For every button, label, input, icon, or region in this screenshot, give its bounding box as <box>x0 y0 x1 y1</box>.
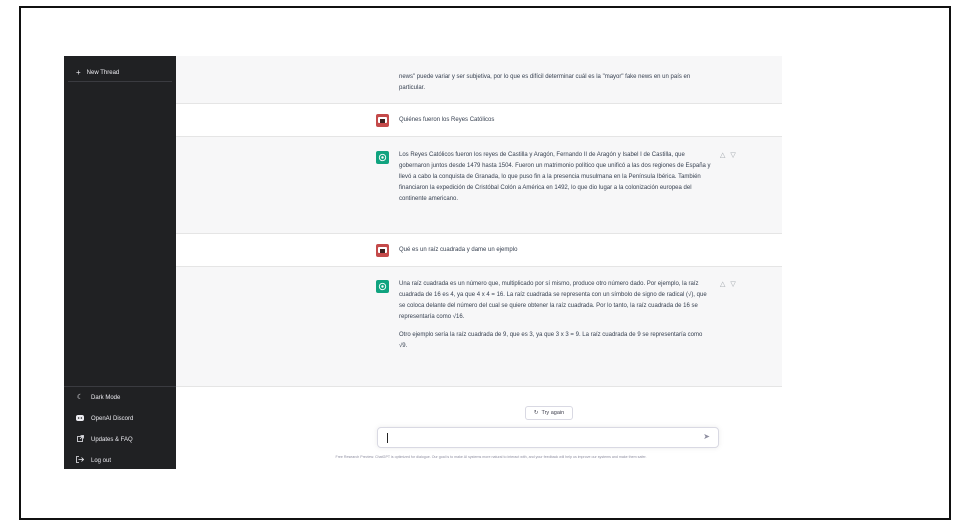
try-again-button[interactable]: ↻ Try again <box>525 406 573 420</box>
user-avatar <box>376 114 389 127</box>
message-input[interactable] <box>390 430 690 446</box>
text-caret <box>387 433 388 443</box>
bot-message-row: news" puede variar y ser subjetiva, por … <box>176 56 782 104</box>
openai-logo-icon <box>376 280 389 293</box>
sidebar-bottom-menu: ☾ Dark Mode OpenAI Discord Updates & FAQ <box>64 386 176 469</box>
sidebar-item-log-out[interactable]: Log out <box>64 450 176 469</box>
sidebar-item-label: OpenAI Discord <box>91 415 134 422</box>
sidebar-item-label: Log out <box>91 457 112 464</box>
bot-message-paragraph: Otro ejemplo sería la raíz cuadrada de 9… <box>399 332 703 349</box>
user-avatar <box>376 244 389 257</box>
sidebar-item-updates-faq[interactable]: Updates & FAQ <box>64 429 176 450</box>
discord-icon <box>76 414 84 423</box>
bot-message-text: Una raíz cuadrada es un número que, mult… <box>399 279 711 352</box>
openai-logo-icon <box>376 151 389 164</box>
sidebar-item-dark-mode[interactable]: ☾ Dark Mode <box>64 387 176 408</box>
sidebar-item-label: Updates & FAQ <box>91 436 133 443</box>
thumbs-down-icon[interactable]: ▽ <box>730 280 735 288</box>
footer-disclaimer: Free Research Preview: ChatGPT is optimi… <box>335 455 647 459</box>
try-again-label: Try again <box>541 410 565 416</box>
user-message-row: Qué es un raíz cuadrada y dame un ejempl… <box>176 234 782 267</box>
moon-icon: ☾ <box>76 394 84 401</box>
chatgpt-app: + New Thread ☾ Dark Mode OpenAI Discord … <box>64 56 782 469</box>
sidebar-item-label: Dark Mode <box>91 394 121 401</box>
new-thread-label: New Thread <box>86 70 120 76</box>
send-icon[interactable]: ➤ <box>703 433 710 441</box>
user-message-text: Quiénes fueron los Reyes Católicos <box>399 117 495 123</box>
new-thread-button[interactable]: + New Thread <box>68 65 172 82</box>
sidebar-item-openai-discord[interactable]: OpenAI Discord <box>64 408 176 429</box>
external-link-icon <box>76 435 84 444</box>
logout-icon <box>76 456 85 465</box>
bot-message-row: Una raíz cuadrada es un número que, mult… <box>176 267 782 387</box>
chat-main: news" puede variar y ser subjetiva, por … <box>176 56 782 469</box>
thumbs-up-icon[interactable]: △ <box>720 151 725 159</box>
user-message-text: Qué es un raíz cuadrada y dame un ejempl… <box>399 247 518 253</box>
thumbs-up-icon[interactable]: △ <box>720 280 725 288</box>
sidebar: + New Thread ☾ Dark Mode OpenAI Discord … <box>64 56 176 469</box>
plus-icon: + <box>76 68 81 77</box>
refresh-icon: ↻ <box>533 410 539 416</box>
message-input-box[interactable]: ➤ <box>377 427 719 448</box>
thumbs-down-icon[interactable]: ▽ <box>730 151 735 159</box>
feedback-buttons: △ ▽ <box>720 151 736 159</box>
bot-message-text: Los Reyes Católicos fueron los reyes de … <box>399 152 711 202</box>
bot-message-row: Los Reyes Católicos fueron los reyes de … <box>176 137 782 234</box>
bot-message-text: news" puede variar y ser subjetiva, por … <box>399 74 691 91</box>
user-message-row: Quiénes fueron los Reyes Católicos <box>176 104 782 137</box>
bot-message-paragraph: Una raíz cuadrada es un número que, mult… <box>399 281 707 320</box>
feedback-buttons: △ ▽ <box>720 280 736 288</box>
